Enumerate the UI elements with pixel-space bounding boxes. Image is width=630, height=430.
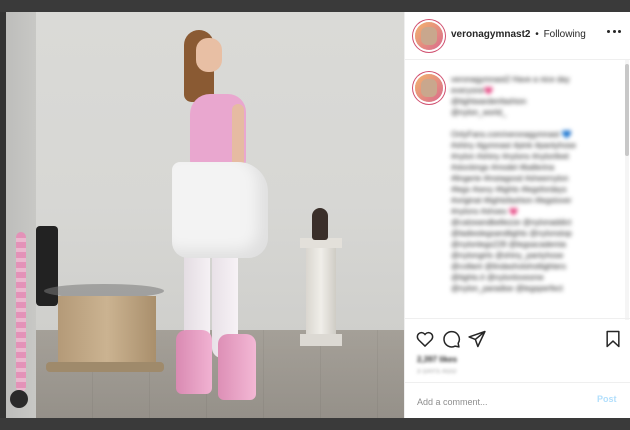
overlay-bottom-bar <box>0 418 630 430</box>
caption-line[interactable]: #nylons #shoes 💗 <box>451 206 623 217</box>
author-avatar[interactable] <box>415 22 443 50</box>
caption-line[interactable]: @ladieslegsandtights @nylonstop <box>451 228 623 239</box>
caption-line[interactable]: #lingerie #instagood #sheernylon <box>451 173 623 184</box>
save-icon[interactable] <box>603 329 623 349</box>
caption-line: OnlyFans.com/veronagymnast 💙 <box>451 130 572 139</box>
image-watermark <box>16 232 26 392</box>
post-time: 3 DAYS AGO <box>417 369 457 375</box>
caption-line: everyone💗 <box>451 86 494 95</box>
caption-line[interactable]: @tightwardenfashion <box>451 96 623 107</box>
following-button[interactable]: Following <box>544 29 586 40</box>
image-table-base <box>58 296 156 366</box>
caption-text: veronagymnast2 Have a nice day everyone💗… <box>451 74 623 294</box>
overlay-top-bar <box>0 0 630 12</box>
image-figure-boot-left <box>176 330 212 394</box>
image-column-base <box>300 334 342 346</box>
caption-area: veronagymnast2 Have a nice day everyone💗… <box>405 60 630 320</box>
image-column <box>306 242 336 340</box>
caption-line[interactable]: #original #tightsfashion #legslover <box>451 195 623 206</box>
image-statue <box>312 208 328 240</box>
likes-count[interactable]: 2,397 likes <box>417 355 457 364</box>
caption-scroll-thumb[interactable] <box>625 64 629 156</box>
comment-input[interactable] <box>415 392 589 412</box>
more-icon[interactable] <box>607 30 621 36</box>
caption-avatar[interactable] <box>415 74 443 102</box>
caption-line[interactable]: @collant @lindashotshottighters <box>451 261 623 272</box>
caption-line[interactable]: @calzeandbellezze @nylonaddict <box>451 217 623 228</box>
caption-line[interactable]: #shiny #gymnast #pink #pantyhose <box>451 140 623 151</box>
comment-bar: Post <box>405 382 630 418</box>
caption-line[interactable]: #nylon #shiny #nylons #nylonfeet <box>451 151 623 162</box>
post-details-panel: veronagymnast2 • Following veronagymnast… <box>404 12 630 418</box>
heart-icon[interactable] <box>415 329 435 349</box>
caption-line[interactable]: @nylonlegs228 @legsacademia <box>451 239 623 250</box>
post-image[interactable] <box>6 12 404 418</box>
post-header: veronagymnast2 • Following <box>405 12 630 60</box>
separator-dot: • <box>535 29 539 40</box>
image-figure-boot-right <box>218 334 256 400</box>
author-line: veronagymnast2 • Following <box>451 29 586 40</box>
post-actions: 2,397 likes 3 DAYS AGO <box>405 318 630 375</box>
tagged-users-icon[interactable] <box>10 390 28 408</box>
caption-line: veronagymnast2 Have a nice day <box>451 75 570 84</box>
image-table-foot <box>46 362 164 372</box>
image-figure-skirt <box>172 162 268 258</box>
caption-line[interactable]: @nylon_world_ <box>451 107 623 118</box>
share-icon[interactable] <box>467 329 487 349</box>
comment-icon[interactable] <box>441 329 461 349</box>
caption-line[interactable]: #stockings #model #ballerina <box>451 162 623 173</box>
caption-line[interactable]: @nylongirls @shiny_pantyhose <box>451 250 623 261</box>
caption-line[interactable]: #legs #sexy #tights #legsfordays <box>451 184 623 195</box>
caption-line[interactable]: @nylon_paradise @legsperfect <box>451 283 623 294</box>
caption-line[interactable]: @tights.it @nylonlovesme <box>451 272 623 283</box>
image-figure-face <box>196 38 222 72</box>
author-username[interactable]: veronagymnast2 <box>451 29 530 40</box>
caption-line <box>451 118 623 129</box>
post-comment-button[interactable]: Post <box>597 394 617 404</box>
